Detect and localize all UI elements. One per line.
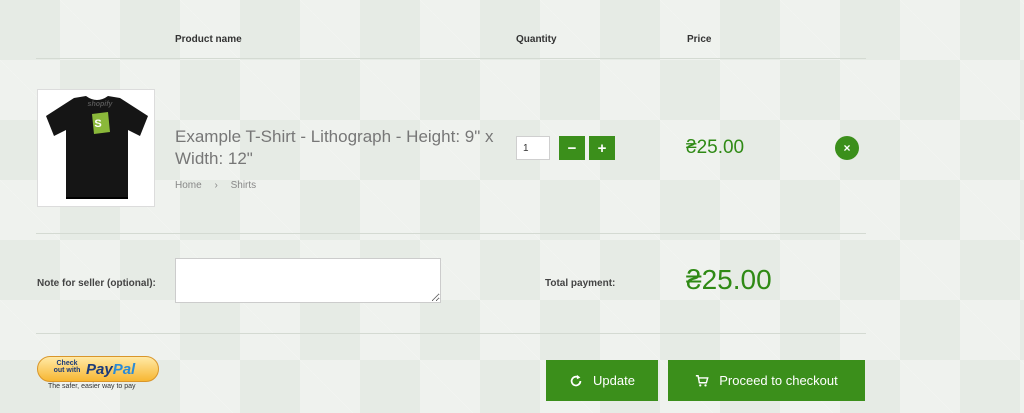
total-label: Total payment: bbox=[545, 278, 616, 289]
proceed-to-checkout-button[interactable]: Proceed to checkout bbox=[668, 360, 865, 401]
quantity-increment-button[interactable]: + bbox=[589, 136, 615, 160]
quantity-decrement-button[interactable]: − bbox=[559, 136, 585, 160]
column-price: Price bbox=[687, 34, 712, 45]
note-for-seller-field[interactable] bbox=[175, 258, 441, 303]
checkout-button-label: Proceed to checkout bbox=[719, 373, 838, 388]
paypal-logo-pay: Pay bbox=[86, 361, 113, 378]
divider bbox=[36, 233, 866, 234]
cart-icon bbox=[696, 374, 709, 387]
refresh-icon bbox=[570, 374, 582, 386]
breadcrumb-shirts[interactable]: Shirts bbox=[231, 180, 257, 191]
image-logo-text: shopify bbox=[88, 101, 114, 108]
product-title-link[interactable]: Example T-Shirt - Lithograph - Height: 9… bbox=[175, 126, 520, 170]
quantity-input[interactable] bbox=[516, 136, 550, 160]
cart-header: Product name Quantity Price bbox=[0, 0, 1024, 60]
paypal-logo: PayPal bbox=[86, 361, 135, 378]
total-value: ₴25.00 bbox=[686, 264, 772, 295]
svg-text:S: S bbox=[94, 118, 101, 130]
paypal-checkout-button[interactable]: Check out with PayPal The safer, easier … bbox=[37, 356, 159, 392]
item-price: ₴25.00 bbox=[686, 137, 745, 158]
paypal-tagline: The safer, easier way to pay bbox=[48, 383, 136, 390]
breadcrumb: Home › Shirts bbox=[175, 180, 266, 191]
paypal-badge: Check out with PayPal bbox=[37, 356, 159, 382]
breadcrumb-home[interactable]: Home bbox=[175, 180, 202, 191]
paypal-logo-pal: Pal bbox=[112, 361, 136, 378]
update-button[interactable]: Update bbox=[546, 360, 658, 401]
close-icon: × bbox=[843, 141, 851, 155]
column-quantity: Quantity bbox=[516, 34, 557, 45]
tshirt-image: S shopify bbox=[46, 96, 148, 199]
remove-item-button[interactable]: × bbox=[835, 136, 859, 160]
divider bbox=[36, 333, 866, 334]
product-thumbnail[interactable]: S shopify bbox=[37, 89, 155, 207]
column-product-name: Product name bbox=[175, 34, 242, 45]
breadcrumb-separator: › bbox=[214, 180, 218, 191]
note-label: Note for seller (optional): bbox=[37, 278, 156, 289]
divider bbox=[36, 58, 866, 59]
update-button-label: Update bbox=[593, 373, 635, 388]
paypal-checkout-text: Check out with bbox=[53, 360, 81, 374]
